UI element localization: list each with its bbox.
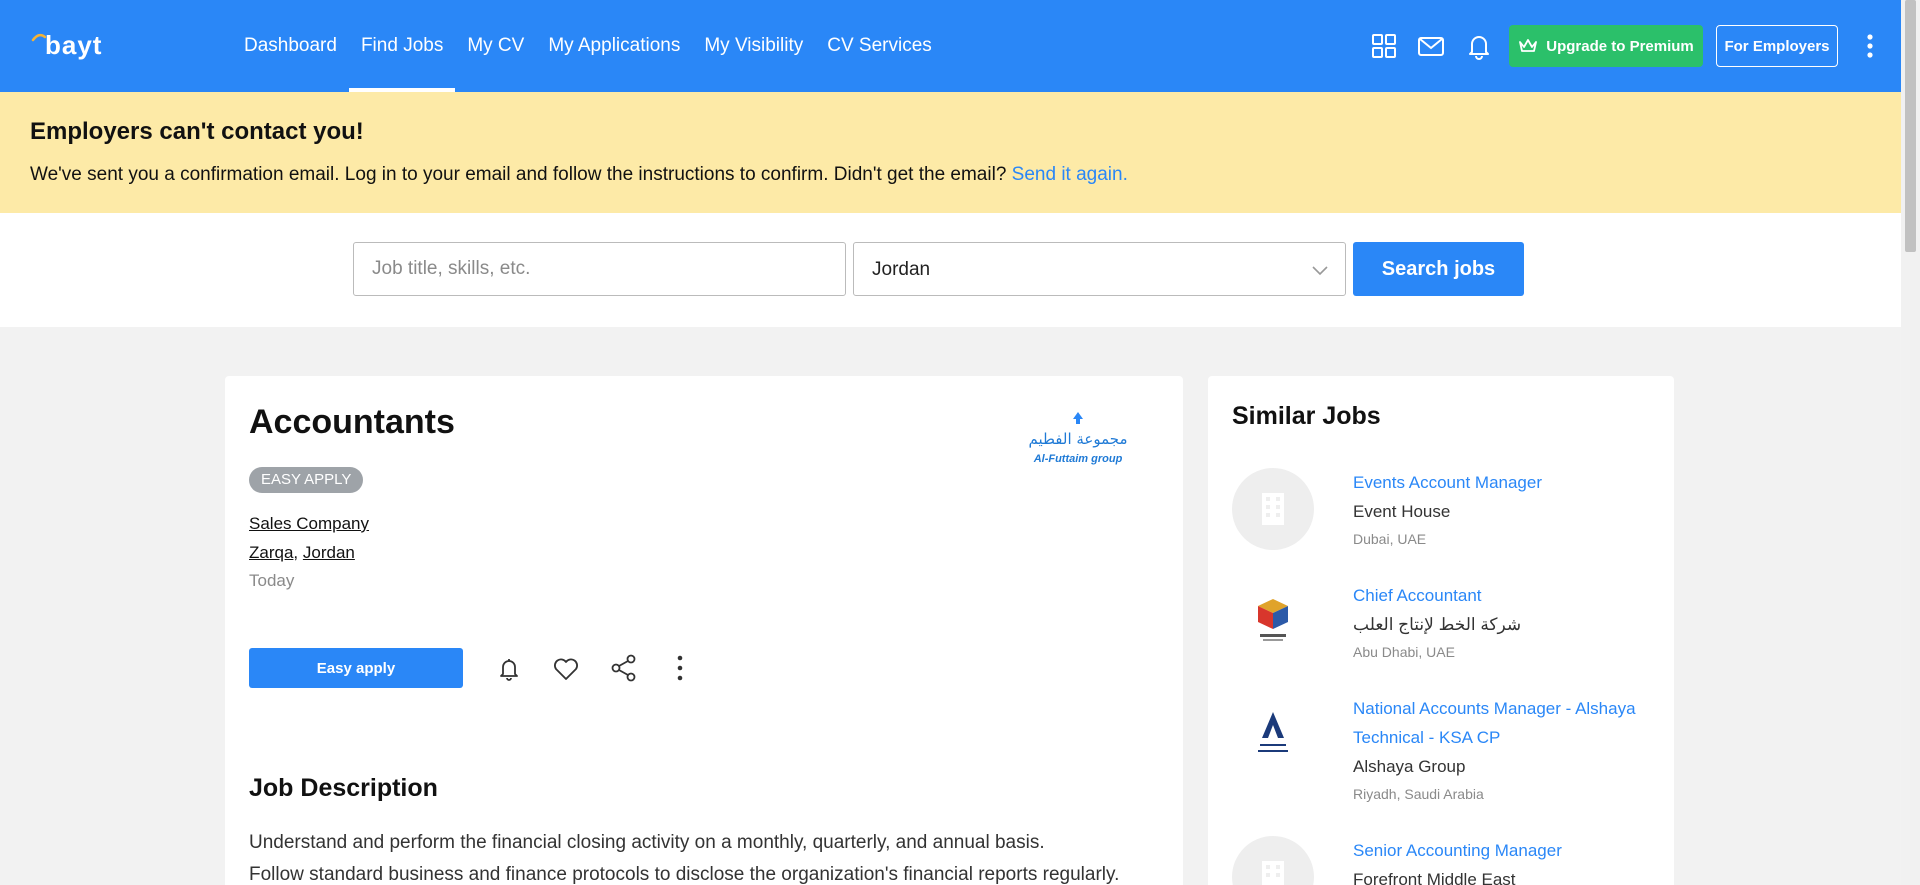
svg-text:مجموعة الفطيم: مجموعة الفطيم <box>1028 430 1127 448</box>
more-vertical-icon[interactable] <box>664 652 696 684</box>
similar-job-company: Event House <box>1353 502 1451 521</box>
company-logo[interactable]: مجموعة الفطيم Al-Futtaim group <box>1013 402 1143 486</box>
similar-job-company: Forefront Middle East <box>1353 870 1516 885</box>
alshaya-logo <box>1232 694 1314 776</box>
page-scrollbar[interactable] <box>1901 0 1920 885</box>
send-again-link[interactable]: Send it again. <box>1012 164 1128 185</box>
posted-date: Today <box>249 571 295 590</box>
heart-icon[interactable] <box>550 652 582 684</box>
main-nav: Dashboard Find Jobs My CV My Application… <box>232 0 944 92</box>
nav-dashboard[interactable]: Dashboard <box>232 0 349 92</box>
top-navigation-bar: bayt Dashboard Find Jobs My CV My Applic… <box>0 0 1901 92</box>
job-details-card: Accountants مجموعة الفطيم Al-Futtaim gro… <box>225 376 1183 885</box>
similar-job-company: شركة الخط لإنتاج العلب <box>1353 615 1522 634</box>
company-logo-text: Al-Futtaim group <box>1033 453 1123 465</box>
building-placeholder-icon <box>1232 836 1314 885</box>
search-jobs-button[interactable]: Search jobs <box>1353 242 1524 296</box>
location-select[interactable]: Jordan <box>853 242 1346 296</box>
description-line: Follow standard business and finance pro… <box>249 864 1120 885</box>
similar-job-company: Alshaya Group <box>1353 757 1466 776</box>
share-icon[interactable] <box>608 652 640 684</box>
cube-logo <box>1232 581 1314 663</box>
nav-find-jobs[interactable]: Find Jobs <box>348 0 456 92</box>
nav-my-cv[interactable]: My CV <box>455 0 536 92</box>
similar-job-location: Dubai, UAE <box>1353 531 1427 547</box>
job-location: Zarqa, Jordan <box>249 543 355 563</box>
email-confirmation-banner: Employers can't contact you! We've sent … <box>0 92 1901 213</box>
search-area: Jordan Search jobs <box>0 213 1901 327</box>
description-line: Understand and perform the financial clo… <box>249 832 1045 853</box>
location-separator: , <box>293 543 299 562</box>
bell-icon[interactable] <box>1463 30 1495 62</box>
easy-apply-badge: EASY APPLY <box>249 467 364 493</box>
crown-icon <box>1519 39 1538 52</box>
similar-jobs-heading: Similar Jobs <box>1232 402 1381 430</box>
scrollbar-thumb[interactable] <box>1905 0 1916 252</box>
building-placeholder-icon <box>1232 468 1314 550</box>
mail-icon[interactable] <box>1415 30 1447 62</box>
premium-label: Upgrade to Premium <box>1546 37 1694 55</box>
job-title: Accountants <box>249 403 455 441</box>
for-employers-button[interactable]: For Employers <box>1716 25 1838 67</box>
upgrade-premium-button[interactable]: Upgrade to Premium <box>1509 25 1703 67</box>
bell-icon[interactable] <box>493 652 525 684</box>
nav-my-applications[interactable]: My Applications <box>536 0 692 92</box>
easy-apply-button[interactable]: Easy apply <box>249 648 463 688</box>
job-description-heading: Job Description <box>249 774 438 802</box>
more-vertical-icon[interactable] <box>1858 30 1882 62</box>
nav-cv-services[interactable]: CV Services <box>815 0 944 92</box>
company-link[interactable]: Sales Company <box>249 514 369 534</box>
banner-message: We've sent you a confirmation email. Log… <box>30 164 1007 185</box>
banner-title: Employers can't contact you! <box>30 118 364 145</box>
logo-text: bayt <box>45 30 102 60</box>
similar-job-location: Riyadh, Saudi Arabia <box>1353 786 1484 802</box>
city-link[interactable]: Zarqa <box>249 543 293 562</box>
nav-my-visibility[interactable]: My Visibility <box>692 0 815 92</box>
banner-text: We've sent you a confirmation email. Log… <box>30 164 1128 186</box>
bayt-logo[interactable]: bayt <box>31 30 141 60</box>
similar-job-title-link[interactable]: Senior Accounting Manager <box>1353 836 1653 865</box>
country-link[interactable]: Jordan <box>303 543 355 562</box>
similar-job-title-link[interactable]: National Accounts Manager - Alshaya Tech… <box>1353 694 1653 752</box>
chevron-down-icon <box>1312 266 1328 276</box>
location-value: Jordan <box>872 259 931 280</box>
similar-jobs-panel: Similar Jobs Events Account Manager Even… <box>1208 376 1674 885</box>
similar-job-title-link[interactable]: Events Account Manager <box>1353 468 1653 497</box>
job-search-input[interactable] <box>353 242 846 296</box>
similar-job-location: Abu Dhabi, UAE <box>1353 644 1455 660</box>
similar-job-title-link[interactable]: Chief Accountant <box>1353 581 1653 610</box>
apps-grid-icon[interactable] <box>1368 30 1400 62</box>
